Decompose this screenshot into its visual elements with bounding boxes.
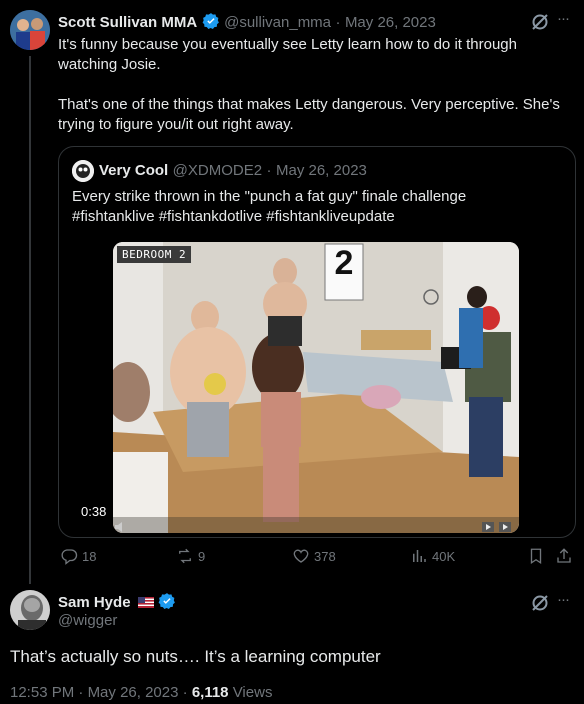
tweet1-text-line3: That's one of the things that makes Lett… [58, 96, 560, 113]
heart-icon [293, 549, 309, 563]
tweet1-text-line2: watching Josie. [58, 56, 161, 73]
video-controls-icon[interactable] [481, 520, 515, 532]
bookmark-icon[interactable] [527, 547, 545, 565]
quote-author-name[interactable]: Very Cool [99, 162, 168, 179]
like-count: 378 [314, 548, 336, 564]
quote-date[interactable]: May 26, 2023 [276, 162, 367, 179]
tweet2-handle[interactable]: @wigger [58, 612, 117, 629]
video-frame [113, 242, 519, 533]
quote-text-line2: #fishtanklive #fishtankdotlive #fishtank… [72, 208, 395, 225]
tweet2-views-label: Views [232, 684, 273, 701]
tweet1-date[interactable]: May 26, 2023 [345, 14, 436, 31]
verified-badge-icon [202, 13, 219, 30]
quote-body: Every strike thrown in the "punch a fat … [72, 187, 562, 227]
retweet-icon [179, 548, 191, 564]
tweet2-text: That’s actually so nuts…. It’s a learnin… [10, 647, 381, 666]
views-icon [413, 550, 426, 562]
tweet1-header: Scott Sullivan MMA @sullivan_mma · May 2… [58, 12, 436, 32]
views-button[interactable]: 40K [410, 547, 455, 565]
tweet1-text-line1: It's funny because you eventually see Le… [58, 36, 517, 53]
separator: · [182, 684, 188, 701]
tweet1-body: It's funny because you eventually see Le… [58, 35, 578, 135]
reply-icon [61, 549, 78, 565]
reply-button[interactable]: 18 [60, 547, 96, 565]
quote-header: Very Cool @XDMODE2 · May 26, 2023 [99, 162, 367, 180]
separator: · [266, 162, 272, 179]
grok-icon[interactable] [530, 593, 550, 613]
avatar-sam[interactable] [10, 590, 50, 630]
avatar-sam-image [10, 590, 50, 630]
tweet1-handle[interactable]: @sullivan_mma [224, 14, 331, 31]
avatar-scott[interactable] [10, 10, 50, 50]
tweet2-views-count: 6,118 [191, 684, 229, 701]
room-label: BEDROOM 2 [117, 246, 192, 263]
video-duration-badge: 0:38 [75, 502, 113, 521]
share-icon[interactable] [555, 547, 573, 565]
tweet1-author-name[interactable]: Scott Sullivan MMA [58, 14, 197, 31]
room-sign-number: 2 [334, 244, 354, 282]
verified-badge-icon [159, 593, 176, 610]
video-duration-text: 0:38 [81, 504, 107, 519]
us-flag-icon [138, 597, 154, 608]
retweet-button[interactable]: 9 [176, 547, 205, 565]
tweet2-time[interactable]: 12:53 PM [10, 684, 74, 701]
quote-handle[interactable]: @XDMODE2 [173, 162, 262, 179]
avatar-scott-image [10, 10, 50, 50]
retweet-count: 9 [198, 548, 206, 564]
quote-text-line1: Every strike thrown in the "punch a fat … [72, 188, 467, 205]
thread-line [29, 56, 31, 584]
video-player[interactable]: BEDROOM 2 2 0:38 [113, 242, 519, 533]
views-count: 40K [432, 548, 456, 564]
grok-icon[interactable] [530, 12, 550, 32]
tweet2-author-name[interactable]: Sam Hyde [58, 594, 131, 611]
avatar-verycool-image [72, 160, 94, 182]
tweet2-date[interactable]: May 26, 2023 [88, 684, 179, 701]
separator: · [78, 684, 84, 701]
more-options-icon[interactable]: ··· [557, 591, 570, 608]
tweet2-header: Sam Hyde [58, 592, 176, 612]
like-button[interactable]: 378 [292, 547, 336, 565]
avatar-verycool[interactable] [72, 160, 94, 182]
tweet1-text-line4: trying to figure you/it out right away. [58, 116, 294, 133]
separator: · [335, 14, 341, 31]
tweet2-meta: 12:53 PM · May 26, 2023 · 6,118 Views [10, 684, 272, 701]
volume-icon[interactable] [114, 520, 128, 532]
more-options-icon[interactable]: ··· [557, 10, 570, 27]
reply-count: 18 [82, 548, 97, 564]
